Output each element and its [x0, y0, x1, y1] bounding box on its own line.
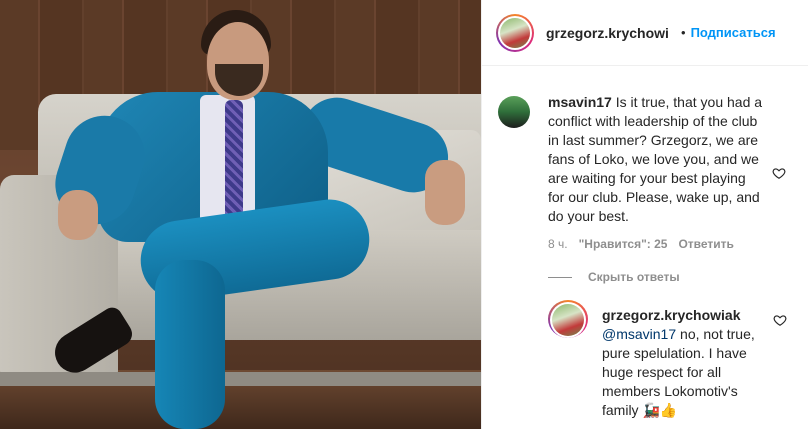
comment-meta: 8 ч. "Нравится": 25 Ответить	[548, 235, 763, 254]
replies-line	[548, 276, 572, 278]
post-header: grzegorz.krychowi • Подписаться	[482, 0, 808, 66]
comment-text: Is it true, that you had a conflict with…	[548, 94, 763, 224]
reply-button[interactable]: Ответить	[678, 235, 733, 254]
comment: msavin17 Is it true, that you had a conf…	[482, 66, 808, 254]
follow-button[interactable]: Подписаться	[691, 25, 776, 40]
author-avatar[interactable]	[496, 13, 534, 52]
man-lower-leg	[155, 260, 225, 429]
author-username[interactable]: grzegorz.krychowi	[546, 25, 676, 41]
comment-likes[interactable]: "Нравится": 25	[579, 235, 668, 254]
comments-panel: grzegorz.krychowi • Подписаться msavin17…	[481, 0, 808, 429]
heart-icon[interactable]	[772, 166, 786, 180]
hide-replies-toggle[interactable]: Скрыть ответы	[548, 270, 808, 284]
hide-replies-label[interactable]: Скрыть ответы	[588, 270, 680, 284]
man-right-hand	[425, 160, 465, 225]
commenter-username[interactable]: msavin17	[548, 94, 612, 110]
heart-icon[interactable]	[773, 313, 787, 327]
man-tie	[225, 100, 243, 230]
post-photo[interactable]	[0, 0, 481, 429]
comment-time[interactable]: 8 ч.	[548, 235, 568, 254]
commenter-avatar[interactable]	[498, 96, 530, 128]
reply: grzegorz.krychowiak @msavin17 no, not tr…	[548, 300, 772, 420]
header-separator: •	[681, 25, 686, 40]
sofa-base	[0, 372, 481, 386]
reply-author-username[interactable]: grzegorz.krychowiak	[602, 306, 772, 325]
reply-mention[interactable]: @msavin17	[602, 326, 676, 342]
man-left-hand	[58, 190, 98, 240]
reply-author-avatar[interactable]	[548, 300, 588, 338]
